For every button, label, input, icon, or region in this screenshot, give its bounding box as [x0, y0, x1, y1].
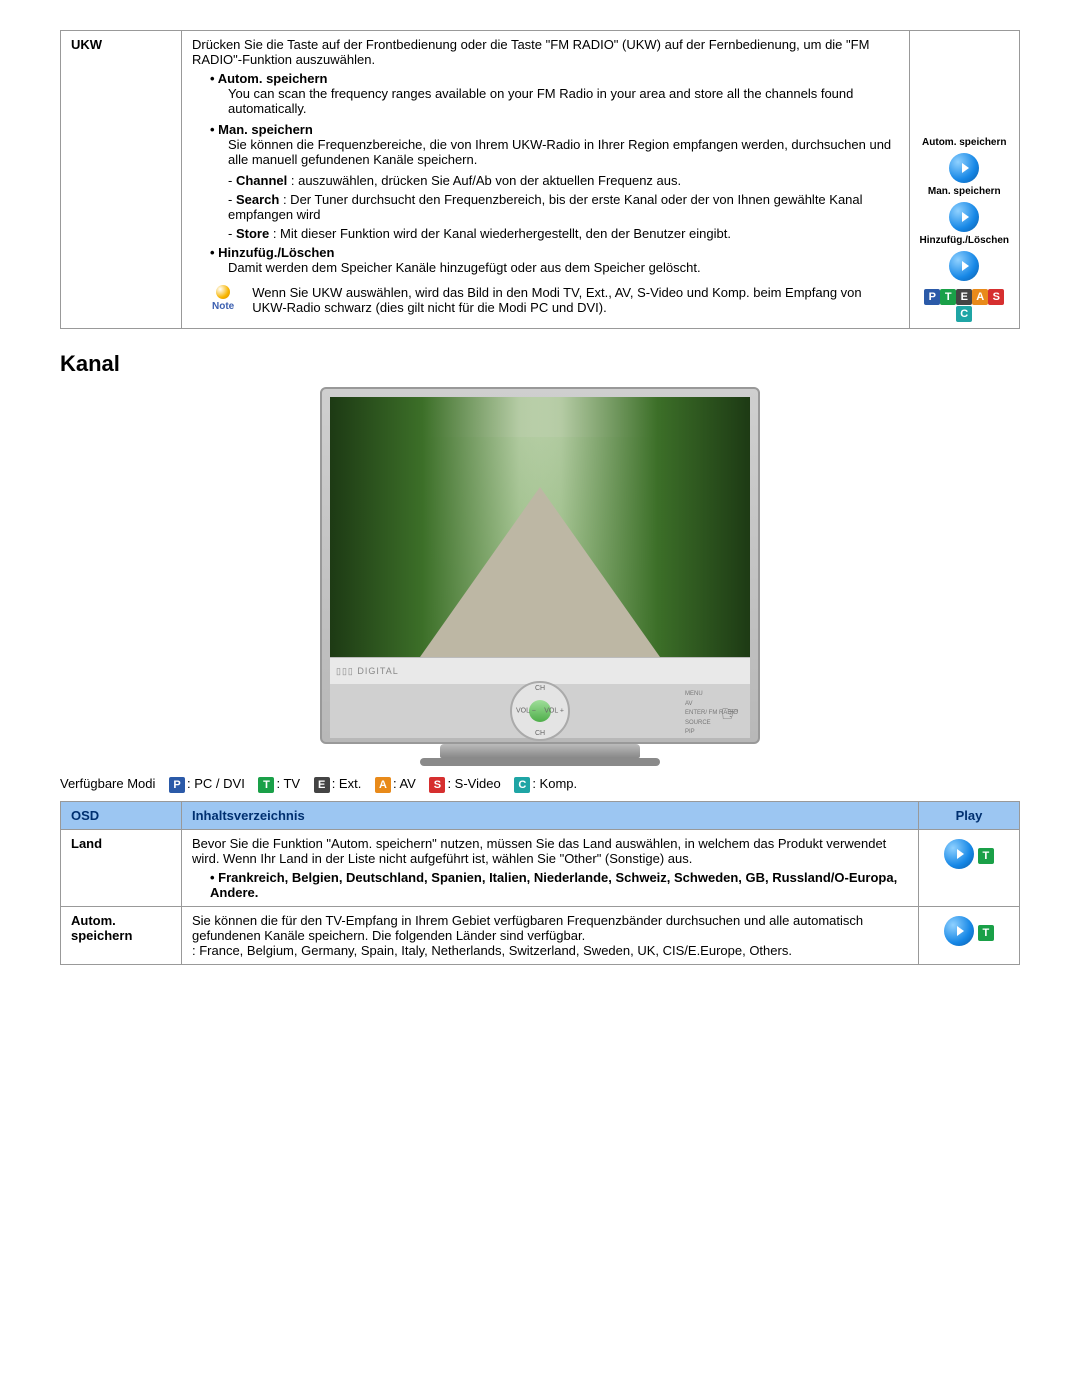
sidebar-autom-label: Autom. speichern [920, 137, 1009, 148]
note-icon: Note [212, 285, 234, 321]
hinzufuegen-body: Damit werden dem Speicher Kanäle hinzuge… [228, 260, 899, 275]
row-land-label: Land [61, 829, 182, 906]
autom-speichern-body: You can scan the frequency ranges availa… [228, 86, 899, 116]
tv-screen [330, 397, 750, 657]
pushpin-icon [216, 285, 230, 299]
sidebar-hinz-play-icon[interactable] [949, 251, 979, 281]
osd-header-play: Play [919, 801, 1020, 829]
available-modes-line: Verfügbare Modi P: PC / DVI T: TV E: Ext… [60, 776, 1020, 793]
badge-s: S [988, 289, 1004, 305]
land-play-icon[interactable] [944, 839, 974, 869]
man-channel: - Channel : auszuwählen, drücken Sie Auf… [228, 173, 899, 188]
mode-badge-e: E [314, 777, 330, 793]
tv-illustration: ▯▯▯ DIGITAL CH CH VOL − VOL + MENU AV EN… [60, 387, 1020, 766]
kanal-heading: Kanal [60, 351, 1020, 377]
osd-header-osd: OSD [61, 801, 182, 829]
row-autom-body: Sie können die für den TV-Empfang in Ihr… [192, 913, 863, 943]
badge-e: E [956, 289, 972, 305]
hinzufuegen-title: • Hinzufüg./Löschen [210, 245, 899, 260]
mode-badge-t: T [258, 777, 274, 793]
sidebar-man-label: Man. speichern [920, 186, 1009, 197]
sidebar-autom-play-icon[interactable] [949, 153, 979, 183]
row-autom-list: : France, Belgium, Germany, Spain, Italy… [192, 943, 908, 958]
row-autom-body-cell: Sie können die für den TV-Empfang in Ihr… [182, 906, 919, 964]
badge-p: P [924, 289, 940, 305]
sidebar-hinz-label: Hinzufüg./Löschen [920, 235, 1009, 246]
osd-header-inhalt: Inhaltsverzeichnis [182, 801, 919, 829]
man-store: - Store : Mit dieser Funktion wird der K… [228, 226, 899, 241]
ukw-label: UKW [61, 31, 182, 329]
row-land-body: Bevor Sie die Funktion "Autom. speichern… [192, 836, 886, 866]
ukw-sidebar-cell: Autom. speichern Man. speichern Hinzufüg… [909, 31, 1019, 329]
mode-badge-c: C [514, 777, 530, 793]
row-land-body-cell: Bevor Sie die Funktion "Autom. speichern… [182, 829, 919, 906]
modes-label: Verfügbare Modi [60, 776, 155, 791]
man-speichern-body: Sie können die Frequenzbereiche, die von… [228, 137, 899, 167]
tv-control-ring[interactable]: CH CH VOL − VOL + [510, 681, 570, 741]
autom-play-icon[interactable] [944, 916, 974, 946]
sidebar-badge-row: PTEASC [920, 288, 1009, 322]
tv-side-buttons: MENU AV ENTER/ FM RADIO SOURCE PIP ☞ [685, 690, 738, 738]
ch-up-label: CH [535, 685, 545, 692]
note-row: Note Wenn Sie UKW auswählen, wird das Bi… [192, 285, 899, 321]
badge-a: A [972, 289, 988, 305]
land-badge-t: T [978, 848, 994, 864]
badge-t: T [940, 289, 956, 305]
autom-badge-t: T [978, 925, 994, 941]
osd-table: OSD Inhaltsverzeichnis Play Land Bevor S… [60, 801, 1020, 965]
row-autom-label: Autom. speichern [61, 906, 182, 964]
mode-badge-a: A [375, 777, 391, 793]
note-label: Note [212, 301, 234, 312]
vol-down-label: VOL − [516, 708, 536, 715]
note-text: Wenn Sie UKW auswählen, wird das Bild in… [252, 285, 898, 315]
row-land-countries: • Frankreich, Belgien, Deutschland, Span… [210, 870, 908, 900]
badge-c: C [956, 306, 972, 322]
ukw-intro: Drücken Sie die Taste auf der Frontbedie… [192, 37, 899, 67]
ukw-table: UKW Drücken Sie die Taste auf der Frontb… [60, 30, 1020, 329]
sidebar-man-play-icon[interactable] [949, 202, 979, 232]
mode-badge-p: P [169, 777, 185, 793]
man-speichern-title: • Man. speichern [210, 122, 899, 137]
mode-badge-s: S [429, 777, 445, 793]
man-search: - Search : Der Tuner durchsucht den Freq… [228, 192, 899, 222]
ukw-description-cell: Drücken Sie die Taste auf der Frontbedie… [182, 31, 910, 329]
autom-speichern-title: • Autom. speichern [210, 71, 899, 86]
osd-header-row: OSD Inhaltsverzeichnis Play [61, 801, 1020, 829]
vol-up-label: VOL + [544, 708, 564, 715]
tv-logo: ▯▯▯ DIGITAL [336, 666, 399, 677]
row-autom-play-cell: T [919, 906, 1020, 964]
pointing-hand-icon: ☞ [720, 696, 740, 731]
ch-down-label: CH [535, 730, 545, 737]
row-land-play-cell: T [919, 829, 1020, 906]
